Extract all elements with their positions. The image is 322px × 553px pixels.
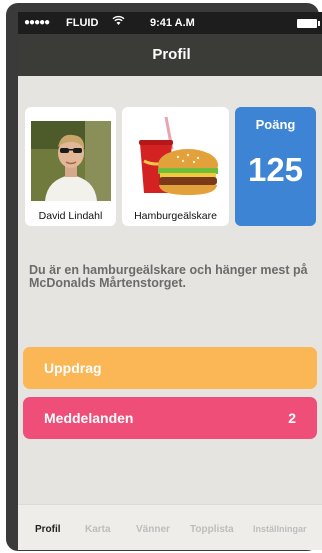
tab-topplista[interactable]: Topplista bbox=[190, 524, 234, 535]
uppdrag-button[interactable]: Uppdrag bbox=[23, 347, 317, 389]
tab-karta[interactable]: Karta bbox=[85, 524, 111, 535]
badge-card[interactable]: Hamburgeälskare bbox=[122, 107, 229, 226]
user-name: David Lindahl bbox=[38, 210, 103, 222]
battery-icon bbox=[297, 19, 320, 28]
phone-frame: ●●●●● FLUID 9:41 A.M Profil David Lindah… bbox=[6, 3, 322, 551]
badge-name: Hamburgeälskare bbox=[134, 210, 217, 222]
points-card[interactable]: Poäng 125 bbox=[235, 107, 316, 226]
app-screen: ●●●●● FLUID 9:41 A.M Profil David Lindah… bbox=[18, 12, 322, 550]
wifi-icon bbox=[112, 15, 125, 29]
meddelanden-label: Meddelanden bbox=[44, 410, 134, 426]
uppdrag-label: Uppdrag bbox=[44, 360, 102, 376]
points-label: Poäng bbox=[255, 117, 296, 132]
profile-description: Du är en hamburgeälskare och hänger mest… bbox=[29, 263, 308, 290]
points-value: 125 bbox=[247, 151, 304, 188]
tab-bar: Profil Karta Vänner Topplista Inställnin… bbox=[18, 504, 322, 550]
nav-bar: Profil bbox=[18, 34, 322, 76]
user-photo bbox=[31, 121, 111, 201]
burger-soda-icon bbox=[130, 113, 222, 201]
tab-vanner[interactable]: Vänner bbox=[136, 524, 170, 535]
tab-installningar[interactable]: Inställningar bbox=[253, 524, 307, 534]
carrier-label: FLUID bbox=[66, 17, 99, 29]
user-card[interactable]: David Lindahl bbox=[25, 107, 116, 226]
page-title: Profil bbox=[152, 46, 191, 63]
status-time: 9:41 A.M bbox=[150, 17, 195, 29]
tab-profil[interactable]: Profil bbox=[35, 524, 61, 535]
status-bar: ●●●●● FLUID 9:41 A.M bbox=[18, 12, 322, 34]
signal-icon: ●●●●● bbox=[24, 17, 50, 28]
meddelanden-count-badge: 2 bbox=[288, 410, 296, 426]
meddelanden-button[interactable]: Meddelanden 2 bbox=[23, 397, 317, 439]
